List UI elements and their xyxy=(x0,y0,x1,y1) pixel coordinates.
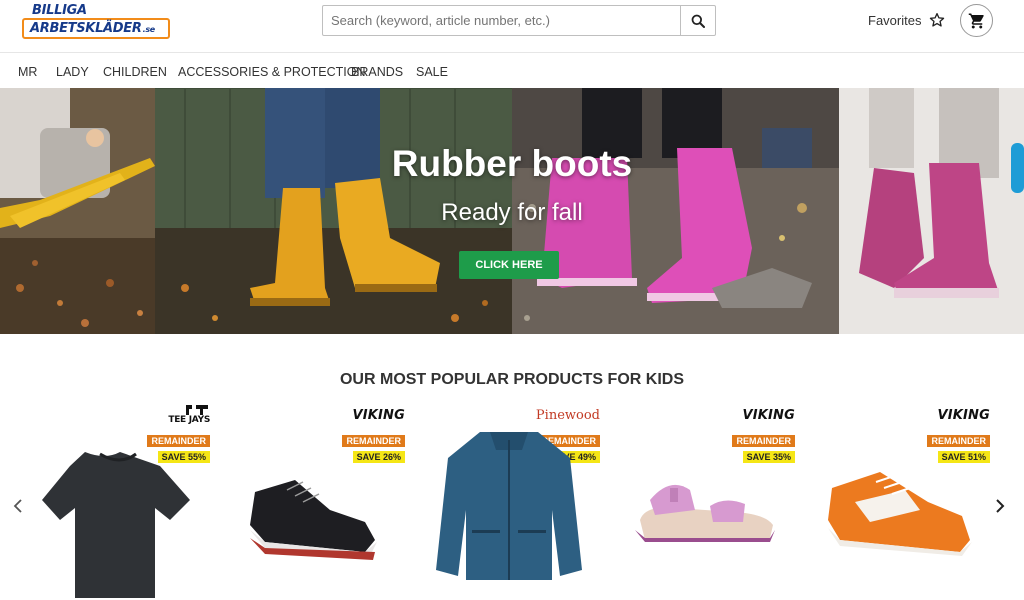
product-image-blue-jacket xyxy=(436,432,582,580)
brand-name: Pinewood xyxy=(535,407,600,423)
nav-item-mr[interactable]: MR xyxy=(18,65,37,79)
hero-subtitle: Ready for fall xyxy=(441,199,583,226)
chevron-left-icon xyxy=(13,499,22,513)
hero-banner[interactable]: Rubber boots Ready for fall CLICK HERE xyxy=(0,88,1024,334)
brand-logo: Pinewood xyxy=(536,404,600,426)
favorites-link[interactable]: Favorites xyxy=(868,12,945,28)
brand-logo: VIKING xyxy=(742,404,795,426)
nav-item-lady[interactable]: LADY xyxy=(56,65,89,79)
hero-cta-button[interactable]: CLICK HERE xyxy=(459,251,559,279)
brand-logo: VIKING xyxy=(352,404,405,426)
star-outline-icon xyxy=(930,13,945,27)
brand-logo: TEE JAYS xyxy=(168,404,210,426)
carousel-next-button[interactable] xyxy=(992,495,1008,517)
logo-bottom-text: ARBETSKLÄDER.se xyxy=(30,21,155,36)
search-input[interactable] xyxy=(323,6,681,35)
product-card[interactable]: Pinewood REMAINDER SAVE 49% xyxy=(420,400,600,600)
product-card[interactable]: VIKING REMAINDER SAVE 51% xyxy=(810,400,990,600)
product-card[interactable]: TEE JAYS REMAINDER SAVE 55% xyxy=(30,400,210,600)
shopping-cart-icon xyxy=(968,13,984,28)
nav-item-sale[interactable]: SALE xyxy=(416,65,448,79)
search-icon xyxy=(691,14,705,28)
logo-top-text: BILLIGA xyxy=(32,3,87,18)
product-image-tshirt xyxy=(42,452,190,598)
hero-title: Rubber boots xyxy=(391,143,633,184)
main-nav: MR LADY CHILDREN ACCESSORIES & PROTECTIO… xyxy=(0,54,1024,88)
site-logo[interactable]: BILLIGA ARBETSKLÄDER.se xyxy=(22,3,172,39)
section-title: OUR MOST POPULAR PRODUCTS FOR KIDS xyxy=(339,371,684,388)
product-card[interactable]: VIKING REMAINDER SAVE 35% xyxy=(615,400,795,600)
product-image-orange-sneaker xyxy=(828,472,972,556)
brand-name: VIKING xyxy=(352,407,405,423)
brand-name: VIKING xyxy=(937,407,990,423)
nav-item-accessories[interactable]: ACCESSORIES & PROTECTION xyxy=(178,65,366,79)
cart-button[interactable] xyxy=(960,4,993,37)
product-image-black-sneaker xyxy=(250,480,377,560)
chevron-right-icon xyxy=(996,499,1005,513)
brand-logo: VIKING xyxy=(937,404,990,426)
nav-item-brands[interactable]: BRANDS xyxy=(351,65,403,79)
nav-item-children[interactable]: CHILDREN xyxy=(103,65,167,79)
search-box xyxy=(322,5,716,36)
carousel-prev-button[interactable] xyxy=(10,495,26,517)
search-button[interactable] xyxy=(680,6,715,35)
favorites-label: Favorites xyxy=(868,12,922,28)
product-card[interactable]: VIKING REMAINDER SAVE 26% xyxy=(225,400,405,600)
logo-box: ARBETSKLÄDER.se xyxy=(22,18,170,39)
site-header: BILLIGA ARBETSKLÄDER.se Favorites xyxy=(0,0,1024,53)
brand-name: VIKING xyxy=(742,407,795,423)
product-image-pink-sandal xyxy=(635,484,775,542)
brand-name: TEE JAYS xyxy=(168,415,210,425)
